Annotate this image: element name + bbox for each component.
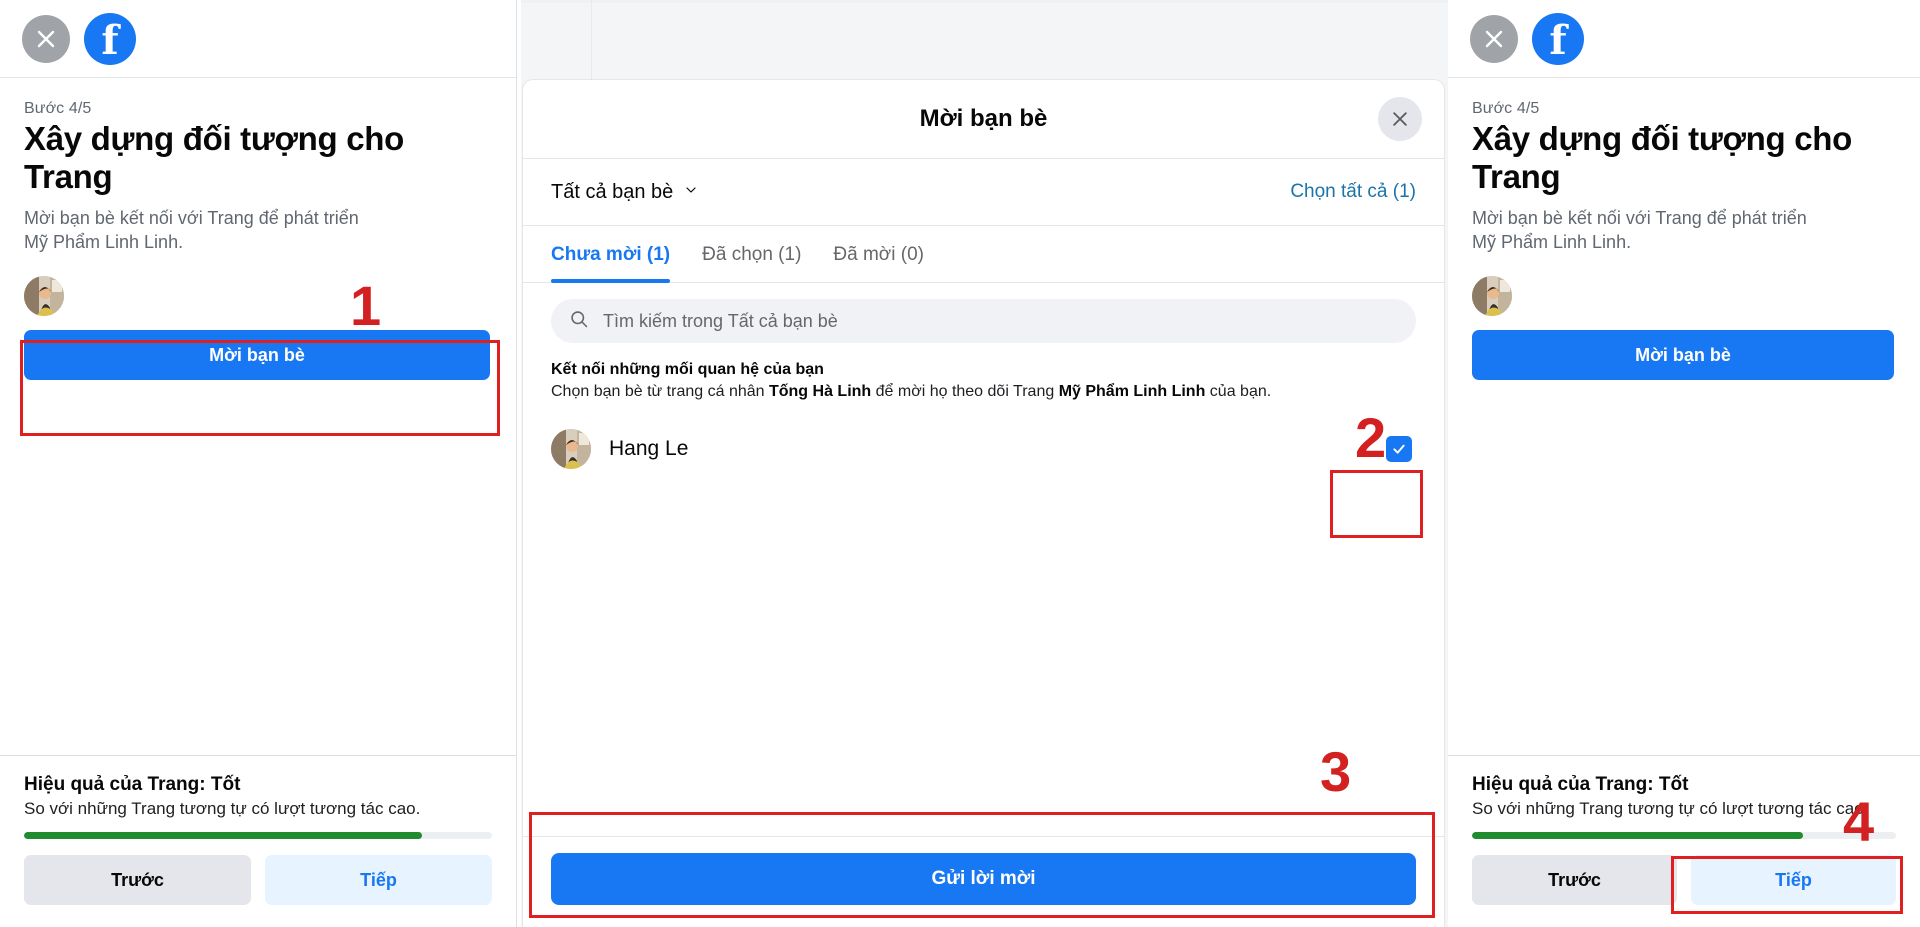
left-panel-body: Bước 4/5 Xây dựng đối tượng cho Trang Mờ… — [0, 78, 516, 755]
connection-description: Chọn bạn bè từ trang cá nhân Tống Hà Lin… — [551, 381, 1416, 403]
friends-filter-dropdown[interactable]: Tất cả bạn bè — [551, 181, 699, 204]
step-label-right: Bước 4/5 — [1472, 100, 1540, 117]
performance-title-right: Hiệu quả của Trang: Tốt — [1472, 773, 1689, 795]
tab-not-invited[interactable]: Chưa mời (1) — [551, 226, 686, 283]
avatar-row-left — [24, 276, 490, 317]
left-panel-footer: Hiệu quả của Trang: Tốt So với những Tra… — [0, 754, 516, 927]
modal-filter-row: Tất cả bạn bè Chọn tất cả (1) — [523, 159, 1444, 226]
page-avatar-right — [1472, 276, 1512, 317]
search-box[interactable] — [551, 299, 1416, 343]
invite-friends-button-left[interactable]: Mời bạn bè — [24, 330, 490, 381]
progress-bar-fill-right — [1472, 832, 1803, 839]
back-button-right[interactable]: Trước — [1472, 855, 1677, 905]
send-invites-button[interactable]: Gửi lời mời — [551, 853, 1416, 905]
conn-desc-part2: để mời họ theo dõi Trang — [871, 383, 1059, 400]
friend-avatar — [551, 428, 591, 469]
backdrop-divider — [591, 0, 592, 82]
perf-sub-line2-right: cao. — [1836, 798, 1869, 818]
subtitle-line1-left: Mời bạn bè kết nối với Trang để phát tri… — [24, 207, 359, 228]
friends-filter-label: Tất cả bạn bè — [551, 180, 674, 203]
footer-buttons-left: Trước Tiếp — [24, 855, 492, 905]
page-title-left: Xây dựng đối tượng cho Trang — [24, 120, 404, 195]
right-panel-footer: Hiệu quả của Trang: Tốt So với những Tra… — [1448, 754, 1920, 927]
close-icon[interactable] — [22, 14, 70, 63]
facebook-logo-icon: f — [84, 12, 136, 65]
search-icon — [569, 309, 589, 334]
facebook-logo-letter: f — [101, 16, 119, 64]
facebook-logo-letter-right: f — [1549, 16, 1567, 64]
checkmark-icon — [1393, 444, 1405, 454]
page-subtitle-right: Mời bạn bè kết nối với Trang để phát tri… — [1472, 206, 1894, 255]
progress-bar-fill-left — [24, 832, 422, 839]
conn-desc-part3: của bạn. — [1205, 383, 1272, 400]
subtitle-line2-right: Mỹ Phẩm Linh Linh. — [1472, 232, 1632, 253]
page-subtitle-left: Mời bạn bè kết nối với Trang để phát tri… — [24, 206, 490, 255]
search-input[interactable] — [601, 309, 1398, 333]
select-all-link[interactable]: Chọn tất cả (1) — [1290, 181, 1416, 203]
performance-subtitle-right: So với những Trang tương tự có lượt tươn… — [1472, 798, 1896, 820]
connection-title: Kết nối những mối quan hệ của bạn — [551, 361, 824, 378]
chevron-down-icon — [683, 181, 699, 204]
page-title-right: Xây dựng đối tượng cho Trang — [1472, 120, 1852, 195]
next-button-left[interactable]: Tiếp — [265, 855, 492, 905]
conn-desc-page-name: Mỹ Phẩm Linh Linh — [1058, 383, 1206, 400]
subtitle-line2-left: Mỹ Phẩm Linh Linh. — [24, 232, 184, 253]
modal-close-icon[interactable] — [1378, 97, 1422, 141]
invite-friends-button-right[interactable]: Mời bạn bè — [1472, 330, 1894, 381]
progress-bar-right — [1472, 832, 1896, 839]
performance-subtitle-left: So với những Trang tương tự có lượt tươn… — [24, 798, 492, 820]
friend-checkbox[interactable] — [1386, 435, 1412, 462]
modal-tabs: Chưa mời (1) Đã chọn (1) Đã mời (0) — [523, 226, 1444, 283]
progress-bar-left — [24, 832, 492, 839]
modal-footer: Gửi lời mời — [523, 836, 1444, 927]
conn-desc-part1: Chọn bạn bè từ trang cá nhân — [551, 383, 769, 400]
modal-body: Kết nối những mối quan hệ của bạn Chọn b… — [523, 283, 1444, 836]
backdrop-top-strip — [521, 0, 1448, 3]
back-button-left[interactable]: Trước — [24, 855, 251, 905]
right-page-setup-panel: f Bước 4/5 Xây dựng đối tượng cho Trang … — [1448, 0, 1920, 927]
conn-desc-profile-name: Tống Hà Linh — [768, 383, 872, 400]
subtitle-line1-right: Mời bạn bè kết nối với Trang để phát tri… — [1472, 207, 1807, 228]
right-topbar: f — [1448, 0, 1920, 78]
invite-friends-modal: Mời bạn bè Tất cả bạn bè Chọn tất cả (1)… — [523, 80, 1444, 927]
tab-invited[interactable]: Đã mời (0) — [817, 226, 940, 282]
modal-header: Mời bạn bè — [523, 80, 1444, 159]
perf-sub-line1-left: So với những Trang tương tự có lượt tươn… — [24, 798, 384, 818]
left-topbar: f — [0, 0, 516, 78]
modal-title: Mời bạn bè — [919, 105, 1048, 132]
right-panel-body: Bước 4/5 Xây dựng đối tượng cho Trang Mờ… — [1448, 78, 1920, 755]
friend-name: Hang Le — [609, 436, 689, 460]
step-label-left: Bước 4/5 — [24, 100, 92, 117]
facebook-logo-icon-right: f — [1532, 12, 1584, 65]
screenshot-stage: f Bước 4/5 Xây dựng đối tượng cho Trang … — [0, 0, 1920, 927]
footer-buttons-right: Trước Tiếp — [1472, 855, 1896, 905]
perf-sub-line1-right: So với những Trang tương tự có lượt tươn… — [1472, 798, 1832, 818]
tab-selected[interactable]: Đã chọn (1) — [686, 226, 817, 282]
perf-sub-line2-left: cao. — [388, 798, 421, 818]
friend-list-item[interactable]: Hang Le — [551, 421, 1416, 477]
avatar-row-right — [1472, 276, 1894, 317]
next-button-right[interactable]: Tiếp — [1691, 855, 1896, 905]
close-icon-right[interactable] — [1470, 14, 1518, 63]
left-page-setup-panel: f Bước 4/5 Xây dựng đối tượng cho Trang … — [0, 0, 517, 927]
page-avatar-left — [24, 276, 64, 317]
performance-title-left: Hiệu quả của Trang: Tốt — [24, 773, 241, 795]
